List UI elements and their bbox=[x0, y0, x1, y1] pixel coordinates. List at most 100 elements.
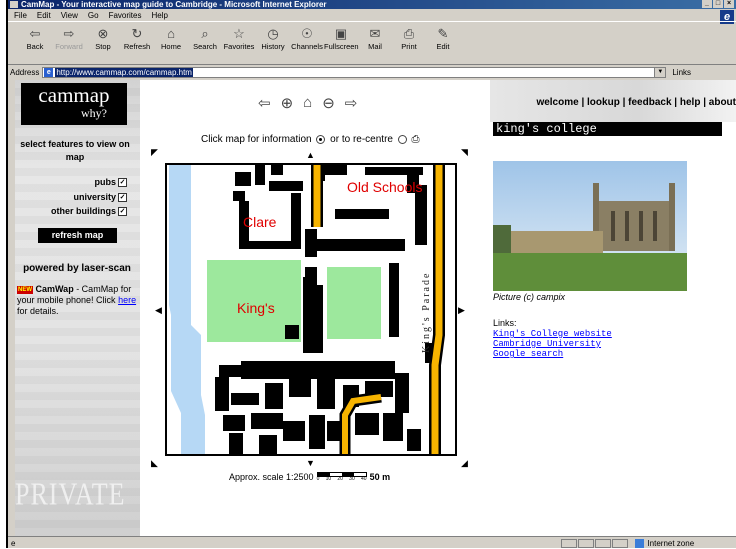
building bbox=[305, 229, 317, 257]
kings-college-website-link[interactable]: King's College website bbox=[493, 329, 612, 339]
address-url[interactable]: http://www.cammap.com/cammap.htm bbox=[55, 67, 193, 77]
page-icon: e bbox=[44, 67, 54, 77]
print-icon: ⎙ bbox=[403, 26, 415, 41]
edit-icon: ✎ bbox=[437, 26, 449, 41]
print-button[interactable]: ⎙ Print bbox=[392, 22, 426, 51]
menu-file[interactable]: File bbox=[14, 11, 27, 20]
kings-college-photo bbox=[493, 161, 687, 291]
feature-other-buildings: other buildings ✓ bbox=[51, 206, 127, 216]
cambridge-university-link[interactable]: Cambridge University bbox=[493, 339, 601, 349]
kings-back-lawn bbox=[327, 267, 381, 339]
pan-north-arrow-icon[interactable]: ▲ bbox=[306, 151, 315, 160]
pan-left-icon[interactable]: ⇦ bbox=[258, 94, 271, 112]
map-image[interactable]: Old Schools Clare King's King's Parade bbox=[165, 163, 457, 456]
left-sidebar: cammap why? select features to view on m… bbox=[15, 80, 140, 536]
toolbar-label: Edit bbox=[436, 42, 450, 51]
building bbox=[251, 413, 283, 429]
why-link[interactable]: why? bbox=[61, 106, 127, 120]
pubs-checkbox[interactable]: ✓ bbox=[118, 177, 127, 187]
close-button[interactable]: × bbox=[724, 0, 734, 8]
fullscreen-button[interactable]: ▣ Fullscreen bbox=[324, 22, 359, 51]
maximize-button[interactable]: □ bbox=[713, 0, 723, 8]
back-button[interactable]: ⇦ Back bbox=[18, 22, 52, 51]
stop-icon: ⊗ bbox=[97, 26, 109, 41]
zoom-out-icon[interactable]: ⊖ bbox=[322, 94, 335, 112]
print-icon[interactable]: ⎙ bbox=[412, 134, 420, 145]
toolbar-label: Stop bbox=[95, 42, 111, 51]
pan-east-arrow-icon[interactable]: ▶ bbox=[458, 306, 465, 315]
pan-se-arrow-icon[interactable]: ◢ bbox=[461, 459, 468, 468]
building bbox=[271, 165, 283, 175]
pan-south-arrow-icon[interactable]: ▼ bbox=[306, 459, 315, 468]
minimize-button[interactable]: _ bbox=[702, 0, 712, 8]
scale-tick: 0 bbox=[316, 476, 320, 482]
building bbox=[365, 167, 423, 175]
building bbox=[219, 365, 245, 377]
links-button[interactable]: Links bbox=[672, 68, 691, 77]
toolbar-label: Mail bbox=[368, 42, 382, 51]
pan-west-arrow-icon[interactable]: ◀ bbox=[155, 306, 162, 315]
building bbox=[229, 433, 243, 454]
university-checkbox[interactable]: ✓ bbox=[118, 192, 127, 202]
info-radio[interactable] bbox=[316, 134, 326, 144]
title-bar: CamMap - Your interactive map guide to C… bbox=[8, 0, 736, 9]
globe-icon bbox=[635, 538, 645, 548]
building bbox=[317, 379, 335, 409]
forward-arrow-icon: ⇨ bbox=[63, 26, 75, 41]
links-label: Links: bbox=[493, 318, 517, 328]
kings-parade-road bbox=[431, 165, 443, 454]
zone-label: Internet zone bbox=[647, 538, 695, 548]
pan-nw-arrow-icon[interactable]: ◤ bbox=[151, 148, 158, 157]
home-icon[interactable]: ⌂ bbox=[303, 94, 312, 112]
zoom-in-icon[interactable]: ⊕ bbox=[281, 94, 294, 112]
channels-button[interactable]: ☉ Channels bbox=[290, 22, 324, 51]
toolbar-label: Print bbox=[401, 42, 417, 51]
recentre-radio[interactable] bbox=[397, 134, 407, 144]
menu-favorites[interactable]: Favorites bbox=[109, 11, 142, 20]
toolbar-label: Forward bbox=[55, 42, 83, 51]
menu-edit[interactable]: Edit bbox=[37, 11, 51, 20]
pan-ne-arrow-icon[interactable]: ◥ bbox=[461, 148, 468, 157]
photo-window bbox=[625, 211, 629, 241]
building bbox=[363, 241, 371, 251]
toolbar-label: Favorites bbox=[223, 42, 255, 51]
mail-button[interactable]: ✉ Mail bbox=[358, 22, 392, 51]
address-dropdown-icon[interactable]: ▼ bbox=[654, 67, 666, 77]
refresh-button[interactable]: ↻ Refresh bbox=[120, 22, 154, 51]
address-bar: Address e http://www.cammap.com/cammap.h… bbox=[8, 65, 736, 79]
other-buildings-checkbox[interactable]: ✓ bbox=[118, 206, 127, 216]
pan-right-icon[interactable]: ⇨ bbox=[345, 94, 358, 112]
building bbox=[317, 285, 323, 353]
building bbox=[235, 172, 251, 186]
favorites-button[interactable]: ☆ Favorites bbox=[222, 22, 256, 51]
building bbox=[325, 165, 347, 175]
google-search-link[interactable]: Google search bbox=[493, 349, 563, 359]
map-nav-controls: ⇦ ⊕ ⌂ ⊖ ⇨ bbox=[258, 94, 357, 112]
history-button[interactable]: ◷ History bbox=[256, 22, 290, 51]
home-button[interactable]: ⌂ Home bbox=[154, 22, 188, 51]
menu-help[interactable]: Help bbox=[151, 11, 167, 20]
stop-button[interactable]: ⊗ Stop bbox=[86, 22, 120, 51]
internet-zone: Internet zone bbox=[635, 538, 695, 548]
camwap-here-link[interactable]: here bbox=[118, 295, 136, 305]
menu-go[interactable]: Go bbox=[88, 11, 99, 20]
menu-view[interactable]: View bbox=[61, 11, 78, 20]
address-input[interactable]: e http://www.cammap.com/cammap.htm ▼ bbox=[42, 66, 667, 78]
feature-pubs: pubs ✓ bbox=[95, 177, 127, 187]
building bbox=[335, 209, 389, 219]
edit-button[interactable]: ✎ Edit bbox=[426, 22, 460, 51]
building bbox=[291, 193, 301, 249]
click-info-label: Click map for information bbox=[201, 134, 312, 145]
camwap-promo: NEW CamWap - CamMap for your mobile phon… bbox=[17, 284, 139, 317]
logo-text: cammap bbox=[38, 83, 110, 107]
top-nav-links[interactable]: welcome | lookup | feedback | help | abo… bbox=[536, 97, 736, 108]
forward-button[interactable]: ⇨ Forward bbox=[52, 22, 86, 51]
cammap-logo[interactable]: cammap why? bbox=[21, 83, 127, 125]
refresh-map-button[interactable]: refresh map bbox=[38, 228, 117, 243]
photo-lawn bbox=[493, 253, 687, 291]
building bbox=[233, 191, 245, 201]
pan-sw-arrow-icon[interactable]: ◣ bbox=[151, 459, 158, 468]
building bbox=[259, 435, 277, 454]
search-button[interactable]: ⌕ Search bbox=[188, 22, 222, 51]
photo-window bbox=[611, 211, 615, 241]
